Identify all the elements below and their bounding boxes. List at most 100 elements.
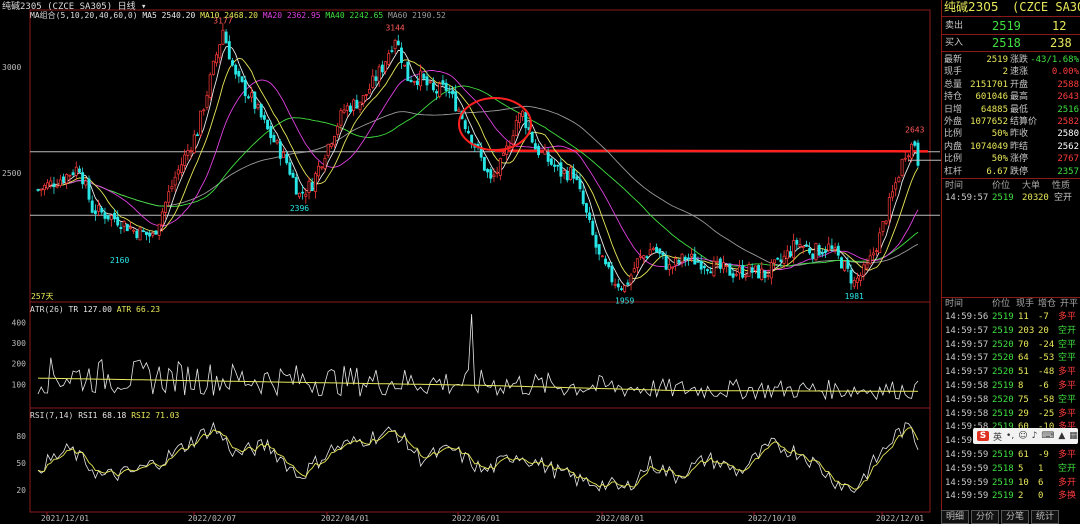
tick-cell: 20	[1038, 193, 1049, 203]
quote-row: 现手 2 速涨 0.00%	[942, 66, 1080, 79]
tick-cell: 14:59:59	[945, 477, 989, 488]
tick-row[interactable]: 14:59:57 2519 203 20 空开	[942, 325, 1080, 338]
quote-panel: 纯碱2305 (CZCE SA305) 卖出 2519 12 买入 2518 2…	[941, 0, 1080, 524]
candle-body	[259, 103, 263, 118]
candle-body	[202, 109, 206, 112]
skin-icon[interactable]: ▲	[1058, 431, 1065, 441]
tick-row[interactable]: 14:59:57 2520 51 -48 多平	[942, 366, 1080, 379]
candle-body	[361, 95, 365, 104]
candle-body	[661, 252, 665, 256]
tick-cell: 空开	[1058, 325, 1077, 336]
stat-value: 2519	[986, 55, 1008, 65]
candle-body	[157, 223, 161, 236]
candle-body	[288, 162, 292, 175]
candle-body	[192, 134, 196, 154]
candle-body	[393, 40, 397, 50]
price-axis-label: 2500	[2, 169, 21, 178]
candle-body	[760, 268, 764, 280]
tick-cell: 10	[1018, 477, 1029, 488]
candle-body	[559, 162, 563, 177]
tr-line	[37, 314, 919, 401]
tick-row[interactable]: 14:59:57 2520 64 -53 空平	[942, 352, 1080, 365]
voice-icon[interactable]: ♪	[1032, 431, 1038, 441]
candle-body	[565, 170, 569, 181]
emoji-icon[interactable]: ☺	[1018, 431, 1027, 441]
tab-price[interactable]: 分价	[971, 510, 1000, 524]
tab-detail[interactable]: 明细	[941, 510, 970, 524]
tab-stats[interactable]: 统计	[1031, 510, 1060, 524]
tick-row[interactable]: 14:59:59 2519 10 6 多开	[942, 477, 1080, 490]
candle-body	[253, 91, 257, 109]
last-high-label: 2643	[905, 126, 924, 135]
candle-body	[648, 249, 652, 255]
candle-body	[262, 115, 266, 120]
stat-label: 内盘	[944, 141, 963, 152]
candle-body	[900, 159, 904, 176]
tick-cell: 0	[1038, 491, 1044, 502]
candle-body	[562, 169, 566, 174]
stat-label: 持仓	[944, 92, 963, 103]
candle-body	[792, 240, 796, 259]
tick-cell: 203	[1022, 193, 1039, 203]
candle-body	[891, 191, 894, 198]
chart-canvas[interactable]: 300025003177314423962160195919812643257天…	[0, 0, 941, 524]
candle-body	[36, 189, 40, 191]
tick-row[interactable]: 14:59:58 2519 29 -25 多平	[942, 408, 1080, 421]
candle-body	[878, 232, 882, 254]
candle-body	[138, 227, 142, 241]
tick-row[interactable]: 14:59:59 2518 5 1 空开	[942, 463, 1080, 476]
stat-label: 外盘	[944, 117, 963, 127]
candle-body	[100, 207, 104, 213]
ime-toolbar[interactable]: S 英 •, ☺ ♪ ⌨ ▲ ▦	[973, 428, 1078, 444]
candle-body	[224, 31, 228, 44]
ime-language[interactable]: 英	[993, 430, 1002, 443]
tick-row[interactable]: 14:59:59 2519 2 0 多换	[942, 490, 1080, 503]
tick-row[interactable]: 14:59:59 2519 61 -9 多平	[942, 449, 1080, 462]
candle-body	[297, 192, 301, 198]
candle-body	[808, 248, 812, 254]
stat-value: 2	[1002, 67, 1008, 78]
candle-body	[403, 64, 407, 67]
candle-body	[769, 262, 773, 279]
tick-row[interactable]: 14:59:58 2519 8 -6 多平	[942, 380, 1080, 393]
punctuation-icon[interactable]: •,	[1006, 431, 1014, 441]
candle-body	[409, 79, 413, 83]
candle-body	[635, 258, 639, 268]
candle-body	[125, 223, 129, 232]
tick-row[interactable]: 14:59:56 2519 11 -7 多平	[942, 311, 1080, 324]
stat-value: 2767	[1057, 154, 1079, 165]
candle-body	[655, 246, 659, 252]
tab-ticks[interactable]: 分笔	[1001, 510, 1030, 524]
tick-cell: -24	[1038, 339, 1055, 350]
stat-value: 2643	[1057, 92, 1079, 103]
candle-body	[269, 125, 273, 139]
tick-cell: 空开	[1058, 463, 1077, 474]
candle-body	[431, 82, 435, 91]
sogou-icon[interactable]: S	[977, 431, 989, 441]
candle-body	[750, 267, 754, 273]
stat-label: 最低	[1010, 104, 1029, 115]
tick-row[interactable]: 14:59:57 2520 70 -24 空平	[942, 339, 1080, 352]
stat-label: 最新	[944, 55, 963, 65]
candle-body	[58, 179, 62, 187]
low-label: 1959	[615, 297, 634, 306]
tick-row[interactable]: 14:59:58 2520 75 -58 空平	[942, 394, 1080, 407]
keyboard-icon[interactable]: ⌨	[1041, 431, 1054, 441]
candle-body	[604, 258, 607, 265]
tick-cell: 14:59:58	[945, 408, 989, 419]
candle-body	[569, 167, 572, 180]
tick-cell: -48	[1038, 367, 1055, 378]
toolbox-icon[interactable]: ▦	[1069, 431, 1078, 441]
candle-body	[68, 174, 72, 177]
candle-body	[215, 54, 219, 64]
candle-body	[639, 255, 643, 258]
column-header: 价位	[992, 299, 1011, 309]
candle-body	[374, 76, 378, 81]
candle-body	[237, 71, 241, 77]
candle-body	[741, 265, 745, 278]
candle-body	[234, 64, 238, 75]
atr-legend: ATR(26) TR 127.00 ATR 66.23	[30, 303, 160, 317]
date-axis-label: 2022/06/01	[452, 514, 500, 523]
candle-body	[785, 250, 789, 259]
stat-label: 跌停	[1010, 166, 1029, 177]
